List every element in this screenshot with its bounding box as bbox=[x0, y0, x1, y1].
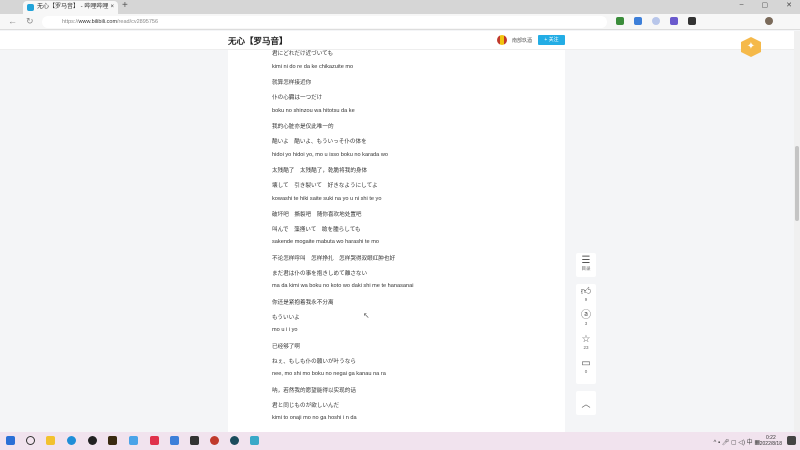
follow-button[interactable]: + 关注 bbox=[538, 35, 565, 45]
url-prefix: https:// bbox=[62, 19, 79, 25]
tab-title: 无心【罗马音】 - 哔哩哔哩 bbox=[37, 4, 109, 10]
coin-button[interactable]: ⓐ 3 bbox=[576, 308, 596, 332]
toc-button[interactable]: ☰ 目录 bbox=[576, 253, 596, 277]
back-button[interactable]: ← bbox=[8, 16, 17, 26]
lyric-line: 破坏吧 撕裂吧 随你喜欢地处置吧 bbox=[272, 212, 362, 219]
lyric-line: nee, mo shi mo boku no negai ga kanau na… bbox=[272, 371, 386, 378]
lyric-line: mo u i i yo bbox=[272, 327, 298, 334]
comment-count: 0 bbox=[584, 369, 588, 374]
author-avatar[interactable] bbox=[497, 35, 507, 45]
address-bar-row: ← ↻ https://www.bilibili.com/read/cv2895… bbox=[0, 14, 800, 30]
clock[interactable]: 0:22 2022/8/18 bbox=[760, 435, 782, 447]
page-title: 无心【罗马音】 bbox=[228, 36, 288, 46]
url-input[interactable]: https://www.bilibili.com/read/cv2895756 bbox=[42, 16, 607, 28]
url-path: /read/cv2895756 bbox=[117, 19, 159, 25]
url-domain: www.bilibili.com bbox=[78, 19, 118, 25]
close-window-button[interactable]: ✕ bbox=[786, 1, 792, 9]
star-icon: ☆ bbox=[581, 334, 591, 345]
lyric-line: 君にどれだけ近づいても bbox=[272, 51, 334, 57]
like-count: 9 bbox=[584, 297, 588, 302]
new-tab-button[interactable]: + bbox=[122, 0, 128, 11]
lyric-line: 君と同じものが欲しいんだ bbox=[272, 402, 340, 409]
scrollbar-thumb[interactable] bbox=[795, 146, 799, 221]
app-icon[interactable] bbox=[150, 436, 159, 445]
tab-close-button[interactable]: × bbox=[110, 1, 114, 14]
windows-start-icon[interactable] bbox=[6, 436, 15, 445]
back-to-top-button[interactable]: ︿ bbox=[576, 391, 596, 415]
maximize-button[interactable]: ▢ bbox=[762, 1, 769, 9]
list-icon: ☰ bbox=[581, 255, 591, 266]
profile-avatar[interactable] bbox=[765, 17, 773, 25]
lyric-line: kimi to onaji mo no ga hoshi i n da bbox=[272, 415, 357, 422]
author-name[interactable]: 南部玖酒 bbox=[512, 37, 532, 44]
comment-icon: ▭ bbox=[581, 358, 591, 369]
favorite-count: 23 bbox=[583, 345, 589, 350]
app-icon[interactable] bbox=[250, 436, 259, 445]
app-icon[interactable] bbox=[129, 436, 138, 445]
mouse-cursor-icon: ↖ bbox=[363, 311, 370, 320]
lyric-line: 叫んで 藻掻いて 瞼を腫らしても bbox=[272, 226, 361, 233]
lyric-line: まだ君は仆の事を抱きしめて離さない bbox=[272, 270, 368, 277]
article-body: 君にどれだけ近づいても kimi ni do re da ke chikazuit… bbox=[228, 50, 565, 432]
lyric-line: 不论怎样呼叫 怎样挣扎 怎样哭得双眼红肿也好 bbox=[272, 256, 396, 263]
app-icon[interactable] bbox=[170, 436, 179, 445]
minimize-button[interactable]: – bbox=[740, 1, 744, 9]
bilibili-favicon bbox=[27, 4, 34, 11]
article-header: 无心【罗马音】 南部玖酒 + 关注 bbox=[0, 31, 800, 50]
extension-icon[interactable] bbox=[652, 17, 660, 25]
lyric-line: kimi ni do re da ke chikazuite mo bbox=[272, 63, 354, 70]
app-icon[interactable] bbox=[108, 436, 117, 445]
lyric-line: 呐，若然我的愿望能得以实现的话 bbox=[272, 387, 356, 394]
lyric-line: 就算怎样接近你 bbox=[272, 80, 312, 87]
refresh-button[interactable]: ↻ bbox=[26, 16, 34, 27]
comment-button[interactable]: ▭ 0 bbox=[576, 356, 596, 380]
lyric-line: boku no shinzou wa hitotsu da ke bbox=[272, 107, 355, 114]
lyric-line: 太残酷了 太残酷了，乾脆将我的身体 bbox=[272, 168, 368, 175]
app-icon[interactable] bbox=[230, 436, 239, 445]
browser-tab[interactable]: 无心【罗马音】 - 哔哩哔哩 × bbox=[23, 1, 118, 14]
notification-icon[interactable] bbox=[787, 436, 796, 445]
lyric-line: 酷いよ 酷いよ、もういっそ仆の体を bbox=[272, 138, 367, 145]
qq-icon[interactable] bbox=[88, 436, 97, 445]
action-panel: 👍︎ 9 ⓐ 3 ☆ 23 ▭ 0 bbox=[576, 284, 596, 384]
lyric-line: ma da kimi wa boku no koto wo daki shi m… bbox=[272, 283, 414, 290]
edge-icon[interactable] bbox=[67, 436, 76, 445]
app-icon[interactable] bbox=[210, 436, 219, 445]
like-button[interactable]: 👍︎ 9 bbox=[576, 284, 596, 308]
lyric-line: 壊して 引き裂いて 好きなようにしてよ bbox=[272, 182, 378, 189]
favorite-button[interactable]: ☆ 23 bbox=[576, 332, 596, 356]
extension-icon[interactable] bbox=[670, 17, 678, 25]
thumbs-up-icon: 👍︎ bbox=[580, 286, 592, 297]
app-icon[interactable] bbox=[190, 436, 199, 445]
tab-bar: 无心【罗马音】 - 哔哩哔哩 × + – ▢ ✕ bbox=[0, 0, 800, 14]
lyric-line: もういいよ bbox=[272, 314, 300, 321]
clock-date: 2022/8/18 bbox=[759, 441, 782, 447]
system-tray[interactable]: ^ ▪ 🎤︎ ▢ ◁) 中 ▦ bbox=[713, 437, 760, 446]
lyric-line: 仆の心臓は一つだけ bbox=[272, 94, 323, 101]
lyric-line: 我的心脏亦是仅此唯一的 bbox=[272, 124, 334, 131]
toc-label: 目录 bbox=[581, 266, 591, 271]
lyric-line: sakende mogaite mabuta wo harashi te mo bbox=[272, 239, 379, 246]
toc-panel: ☰ 目录 bbox=[576, 253, 596, 277]
lyric-line: hidoi yo hidoi yo, mo u isso boku no kar… bbox=[272, 151, 388, 158]
coin-icon: ⓐ bbox=[581, 310, 591, 321]
lyric-line: 已经够了啊 bbox=[272, 344, 300, 350]
coin-count: 3 bbox=[584, 321, 588, 326]
file-explorer-icon[interactable] bbox=[46, 436, 55, 445]
extension-icon[interactable] bbox=[688, 17, 696, 25]
taskbar: ^ ▪ 🎤︎ ▢ ◁) 中 ▦ 0:22 2022/8/18 bbox=[0, 432, 800, 450]
lyric-line: ねぇ、もしも仆の願いが叶うなら bbox=[272, 358, 356, 365]
lyric-line: kowashi te hiki saite suki na yo u ni sh… bbox=[272, 195, 382, 202]
chevron-up-icon: ︿ bbox=[581, 399, 591, 409]
search-icon[interactable] bbox=[26, 436, 35, 445]
extension-icon[interactable] bbox=[616, 17, 624, 25]
extension-icon[interactable] bbox=[634, 17, 642, 25]
lyric-line: 你还是紧抱着我永不分离 bbox=[272, 300, 334, 307]
page-scrollbar[interactable] bbox=[794, 31, 800, 432]
